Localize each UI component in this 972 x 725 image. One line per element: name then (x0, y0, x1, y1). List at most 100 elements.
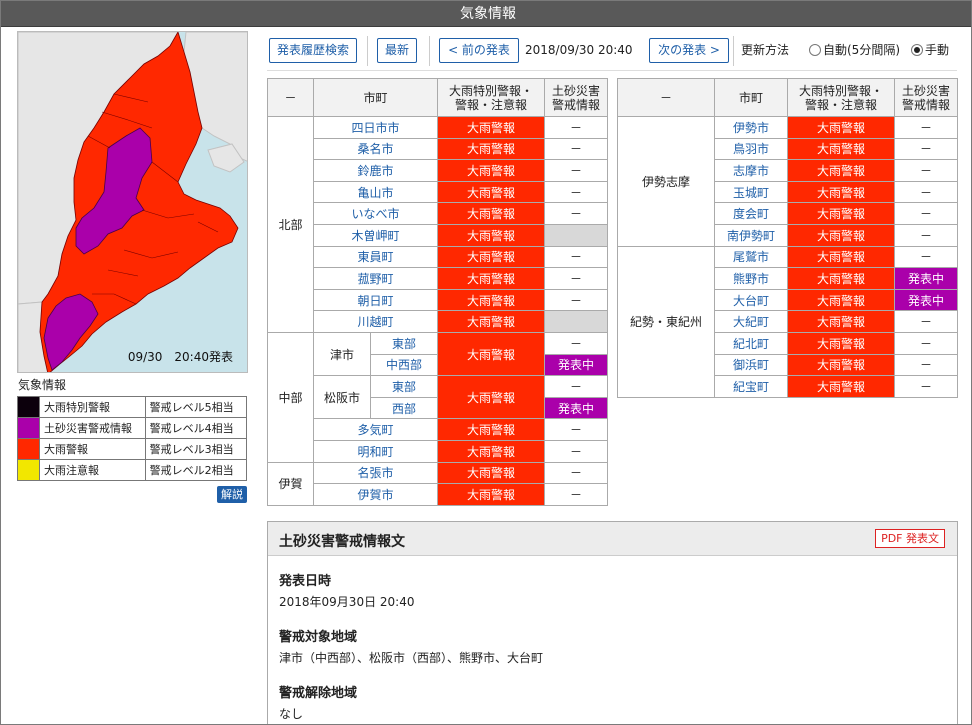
city-link[interactable]: いなべ市 (312, 202, 439, 225)
warning-cell: 大雨警報 (437, 267, 546, 290)
latest-button[interactable]: 最新 (377, 38, 417, 63)
region-north: 北部 (267, 116, 314, 333)
prev-issue-button[interactable]: < 前の発表 (439, 38, 519, 63)
city-link[interactable]: 四日市市 (312, 116, 439, 139)
city-link[interactable]: 伊勢市 (714, 116, 788, 139)
auto-update-label[interactable]: 自動(5分間隔) (823, 38, 900, 63)
header-warning-line2: 警報・注意報 (455, 97, 528, 112)
city-link[interactable]: 名張市 (312, 461, 439, 485)
landslide-cell: － (544, 418, 609, 441)
manual-update-label[interactable]: 手動 (925, 38, 949, 63)
city-link[interactable]: 志摩市 (714, 159, 788, 182)
city-link[interactable]: 玉城町 (714, 180, 788, 204)
table-row: 川越町 大雨警報 (268, 310, 609, 333)
landslide-cell: － (544, 331, 609, 355)
city-link[interactable]: 鈴鹿市 (312, 159, 439, 182)
header-landslide-line1: 土砂災害 (901, 83, 950, 98)
city-link[interactable]: 多気町 (312, 418, 439, 441)
city-link[interactable]: 亀山市 (312, 180, 439, 204)
subarea-link[interactable]: 東部 (369, 375, 439, 398)
warning-cell: 大雨警報 (437, 245, 546, 269)
panel-header: 土砂災害警戒情報文 PDF 発表文 (268, 522, 957, 556)
landslide-cell: － (894, 331, 958, 355)
auto-update-radio[interactable] (809, 44, 821, 56)
table-row: 亀山市 大雨警報 － (268, 180, 609, 204)
warning-cell: 大雨警報 (787, 202, 895, 225)
city-link[interactable]: 度会町 (714, 202, 788, 225)
city-link[interactable]: 伊賀市 (312, 483, 439, 506)
issued-heading: 発表日時 (279, 574, 332, 589)
toolbar: 発表履歴検索 最新 < 前の発表 2018/09/30 20:40 次の発表 >… (267, 34, 957, 68)
region-middle: 中部 (267, 331, 314, 463)
header-landslide: 土砂災害 警戒情報 (544, 78, 609, 117)
city-link[interactable]: 明和町 (312, 439, 439, 463)
legend-row: 大雨警報 警戒レベル3相当 (17, 438, 248, 460)
legend-level: 警戒レベル4相当 (144, 417, 248, 439)
city-link[interactable]: 南伊勢町 (714, 223, 788, 247)
legend-label: 土砂災害警戒情報 (39, 417, 146, 439)
warning-cell: 大雨警報 (787, 288, 895, 312)
table-row: いなべ市 大雨警報 － (268, 202, 609, 225)
city-link[interactable]: 紀北町 (714, 331, 788, 355)
header-warning: 大雨特別警報・ 警報・注意報 (787, 78, 895, 117)
city-link[interactable]: 川越町 (312, 310, 439, 333)
toolbar-rule (267, 70, 957, 71)
subarea-link[interactable]: 西部 (369, 396, 439, 420)
table-row: 東員町 大雨警報 － (268, 245, 609, 269)
manual-update-radio[interactable] (911, 44, 923, 56)
landslide-cell: － (894, 137, 958, 161)
warning-cell: 大雨警報 (437, 223, 546, 247)
landslide-cell: － (894, 202, 958, 225)
weather-info-window: 気象情報 09/30 20:40発表 気象情報 大雨特別警報 警戒レベル5相当 … (0, 0, 972, 725)
landslide-cell: － (544, 461, 609, 485)
table-row: 菰野町 大雨警報 － (268, 267, 609, 290)
landslide-cell: － (544, 245, 609, 269)
table-row: 多気町 大雨警報 － (268, 418, 609, 441)
header-city: 市町 (714, 78, 788, 117)
city-link[interactable]: 熊野市 (714, 267, 788, 290)
landslide-cell: － (544, 267, 609, 290)
subarea-link[interactable]: 東部 (369, 331, 439, 355)
city-link[interactable]: 紀宝町 (714, 375, 788, 398)
warning-cell: 大雨警報 (787, 245, 895, 269)
table-row: 伊賀 名張市 大雨警報 － (267, 461, 609, 506)
header-dash: － (617, 78, 715, 117)
region-kisei-higashikishu: 紀勢・東紀州 (617, 245, 715, 398)
city-link[interactable]: 木曽岬町 (312, 223, 439, 247)
legend-row: 大雨特別警報 警戒レベル5相当 (17, 396, 248, 418)
warning-cell: 大雨警報 (437, 116, 546, 139)
pdf-document-button[interactable]: PDF 発表文 (875, 529, 945, 548)
warning-cell: 大雨警報 (787, 159, 895, 182)
city-link[interactable]: 大台町 (714, 288, 788, 312)
help-button[interactable]: 解説 (217, 486, 247, 503)
window-title: 気象情報 (460, 6, 516, 22)
landslide-cell: － (544, 375, 609, 398)
city-link[interactable]: 朝日町 (312, 288, 439, 312)
next-issue-button[interactable]: 次の発表 > (649, 38, 729, 63)
city-link[interactable]: 大紀町 (714, 310, 788, 333)
warning-cell: 大雨警報 (787, 310, 895, 333)
landslide-cell: － (894, 375, 958, 398)
city-link[interactable]: 東員町 (312, 245, 439, 269)
toolbar-divider (429, 36, 430, 66)
landslide-cell: － (894, 180, 958, 204)
landslide-cell-active: 発表中 (894, 288, 958, 312)
header-warning: 大雨特別警報・ 警報・注意報 (437, 78, 546, 117)
region-ise-shima: 伊勢志摩 (617, 116, 715, 247)
history-search-button[interactable]: 発表履歴検索 (269, 38, 357, 63)
city-link[interactable]: 鳥羽市 (714, 137, 788, 161)
warning-map[interactable]: 09/30 20:40発表 (17, 31, 248, 373)
city-link[interactable]: 御浜町 (714, 353, 788, 377)
landslide-cell-na (544, 223, 609, 247)
subarea-link[interactable]: 中西部 (369, 353, 439, 377)
window-titlebar: 気象情報 (1, 1, 971, 27)
landslide-cell: － (544, 288, 609, 312)
landslide-cell: － (894, 245, 958, 269)
city-link[interactable]: 菰野町 (312, 267, 439, 290)
city-link[interactable]: 尾鷲市 (714, 245, 788, 269)
table-row: 桑名市 大雨警報 － (268, 137, 609, 161)
city-link[interactable]: 桑名市 (312, 137, 439, 161)
target-area-heading: 警戒対象地域 (279, 630, 358, 645)
header-dash: － (267, 78, 314, 117)
table-row: 朝日町 大雨警報 － (268, 288, 609, 312)
